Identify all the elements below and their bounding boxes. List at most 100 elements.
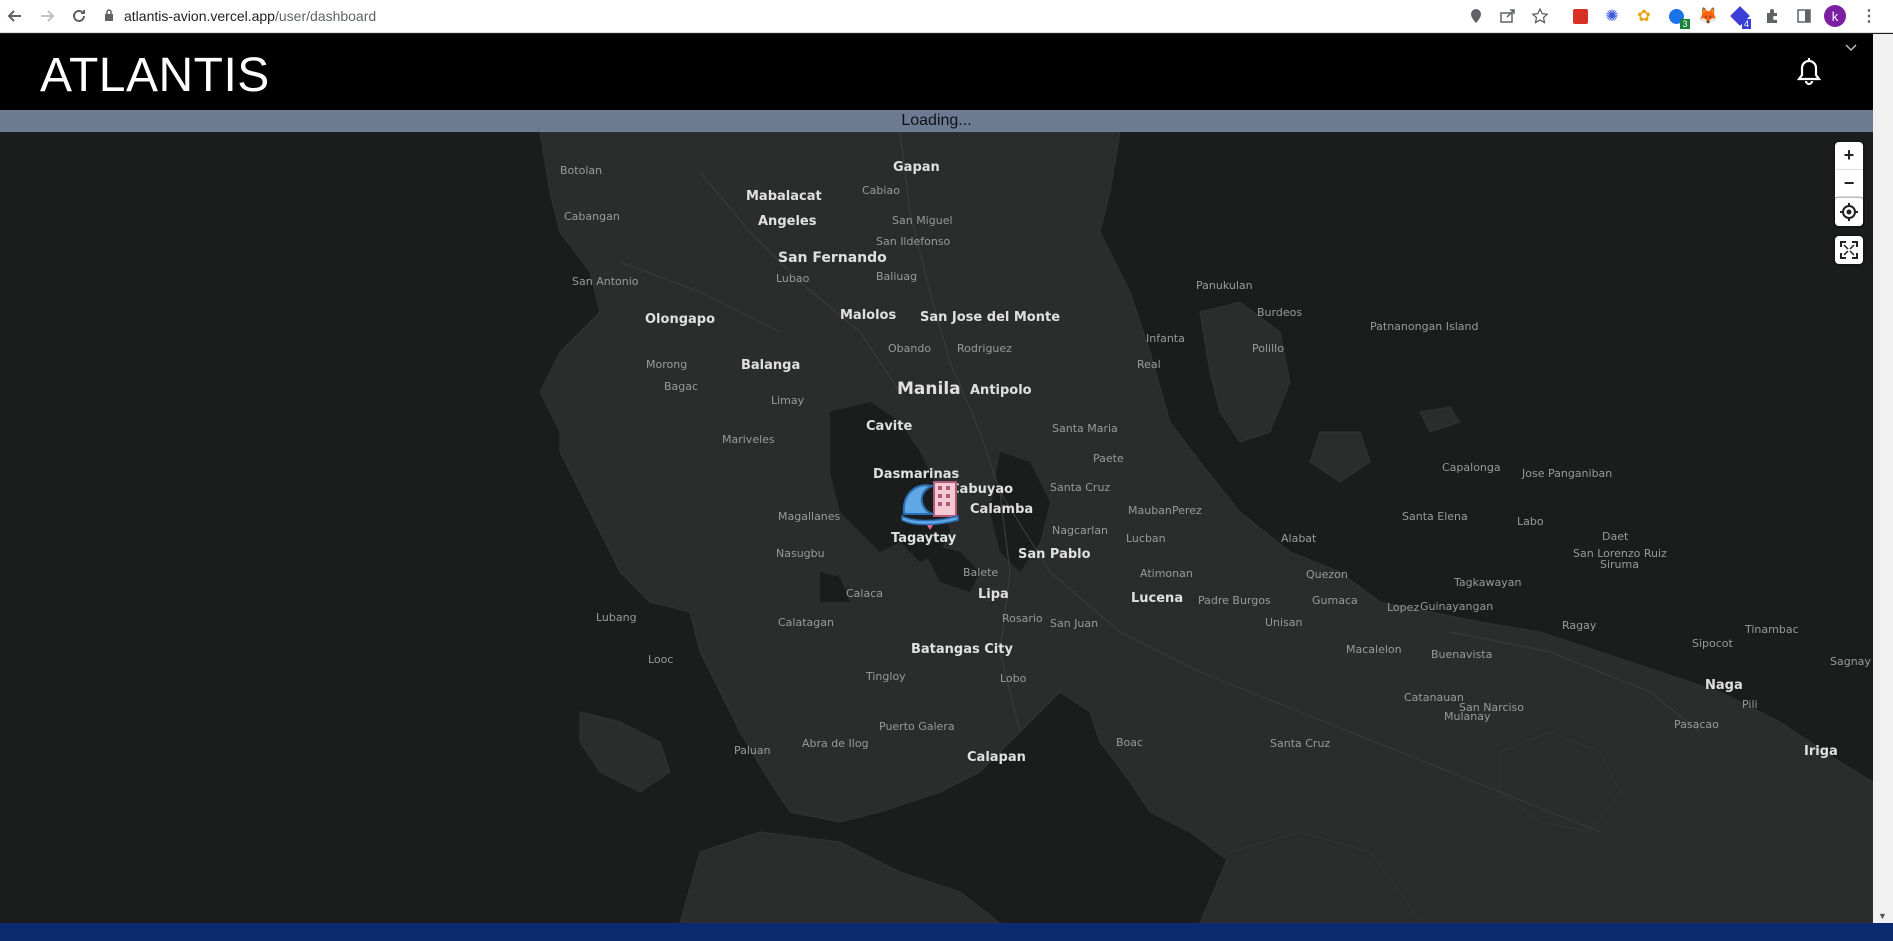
map-label: Calaca <box>846 587 884 600</box>
map-label: Baliuag <box>876 270 918 283</box>
map-label: Santa Maria <box>1052 422 1118 435</box>
extension-globe-icon[interactable]: 3 <box>1665 5 1690 29</box>
map-label: Lobo <box>1000 672 1027 685</box>
menu-kebab-icon[interactable]: ⋮ <box>1858 5 1880 27</box>
map-label: San Pablo <box>1018 547 1091 562</box>
os-taskbar <box>0 923 1893 941</box>
side-panel-icon[interactable] <box>1793 5 1815 27</box>
map-label: Gabaldon <box>1030 132 1083 135</box>
map-label: Puerto Galera <box>879 720 955 733</box>
map-label: Lucban <box>1126 532 1166 545</box>
map-label: Lucena <box>1131 591 1184 606</box>
map-label: Botolan <box>560 164 603 177</box>
map-label: Cabiao <box>862 184 900 197</box>
map-label: Mulanay <box>1444 710 1491 723</box>
map-label: Lubang <box>596 611 637 624</box>
back-icon[interactable] <box>0 1 30 31</box>
badge: 3 <box>1680 18 1690 29</box>
geolocate-icon[interactable] <box>1835 198 1863 226</box>
profile-avatar[interactable]: k <box>1824 5 1846 27</box>
map-label: Siruma <box>1600 558 1639 571</box>
map-label: Daet <box>1602 530 1629 543</box>
map-label: San Fernando <box>778 250 887 266</box>
metamask-fox-icon[interactable]: 🦊 <box>1697 5 1719 27</box>
browser-toolbar: atlantis-avion.vercel.app/user/dashboard… <box>0 0 1893 33</box>
map-label: Lopez <box>1387 601 1420 614</box>
map-label: Manila <box>897 379 961 399</box>
map-label: Calatagan <box>778 616 834 629</box>
loading-status-bar: Loading... <box>0 110 1873 132</box>
map-label: Morong <box>646 358 688 371</box>
map-label: Santa Elena <box>1402 510 1468 523</box>
map-label: Cabangan <box>564 210 620 223</box>
forward-icon[interactable] <box>32 1 62 31</box>
map-label: San Jose del Monte <box>920 310 1061 325</box>
app-title: ATLANTIS <box>40 49 270 102</box>
map-label: Nagcarlan <box>1052 524 1109 537</box>
map-label: Nasugbu <box>776 547 825 560</box>
map-label: Burdeos <box>1257 306 1303 319</box>
map-label: Ragay <box>1562 619 1597 632</box>
map-label: Santa Cruz <box>1050 481 1111 494</box>
map-label: Infanta <box>1146 332 1185 345</box>
tsunami-building-marker-icon[interactable] <box>898 464 962 534</box>
reload-icon[interactable] <box>64 1 94 31</box>
extensions-puzzle-icon[interactable] <box>1761 5 1783 27</box>
map-label: Pili <box>1742 698 1758 711</box>
map-label: Guinayangan <box>1420 600 1494 613</box>
map-label: Atimonan <box>1140 567 1193 580</box>
map-label: Tingloy <box>866 670 906 683</box>
url-path: /user/dashboard <box>274 8 377 24</box>
map-label: Quezon <box>1306 568 1348 581</box>
extension-cube-icon[interactable]: 4 <box>1729 5 1751 29</box>
map-label: Catanauan <box>1404 691 1464 704</box>
map-label: Real <box>1137 358 1161 371</box>
map-label: Paete <box>1093 452 1124 465</box>
map-label: Polillo <box>1252 342 1284 355</box>
map-label: San Juan <box>1050 617 1099 630</box>
address-bar[interactable]: atlantis-avion.vercel.app/user/dashboard <box>104 4 376 28</box>
map-label: Balanga <box>741 358 801 373</box>
map-label: Calamba <box>970 502 1034 517</box>
map-label: Tinambac <box>1745 623 1799 636</box>
extension-snowflake-icon[interactable]: ✺ <box>1601 5 1623 27</box>
zoom-in-button[interactable]: + <box>1835 142 1863 170</box>
extension-orange-icon[interactable]: ✿ <box>1633 5 1655 27</box>
map-label: Capalonga <box>1442 461 1501 474</box>
share-icon[interactable] <box>1497 5 1519 27</box>
map-label: Calapan <box>967 750 1026 765</box>
location-icon[interactable] <box>1465 5 1487 27</box>
extension-red-icon[interactable] <box>1569 5 1591 27</box>
map-label: Gumaca <box>1312 594 1358 607</box>
lock-icon <box>104 8 114 24</box>
map-label: Unisan <box>1265 616 1303 629</box>
page-scrollbar[interactable]: ▼ <box>1873 34 1893 923</box>
map-label: Macalelon <box>1346 643 1402 656</box>
map-label: Boac <box>1116 736 1144 749</box>
map-label: Paluan <box>734 744 771 757</box>
map-label: Sagnay <box>1830 655 1871 668</box>
scroll-down-icon[interactable]: ▼ <box>1878 911 1887 921</box>
map-label: Olongapo <box>645 312 716 327</box>
map-label: Perez <box>1172 504 1202 517</box>
map-label: Malolos <box>840 308 897 323</box>
app-header: ATLANTIS <box>0 34 1873 110</box>
star-icon[interactable] <box>1529 5 1551 27</box>
map-label: Rosario <box>1002 612 1043 625</box>
bell-icon[interactable] <box>1796 58 1822 86</box>
map-label: San Antonio <box>572 275 639 288</box>
chevron-down-icon[interactable] <box>1844 40 1858 58</box>
badge: 4 <box>1741 19 1751 29</box>
map-label: Pasacao <box>1674 718 1719 731</box>
map-label: San Ildefonso <box>876 235 951 248</box>
map-label: Mariveles <box>722 433 775 446</box>
map-canvas[interactable]: Gabaldon Gapan Botolan Cabiao Mabalacat Caban… <box>0 132 1873 923</box>
url-host: atlantis-avion.vercel.app <box>124 8 275 24</box>
map-label: Naga <box>1705 678 1743 693</box>
map-label: Buenavista <box>1431 648 1493 661</box>
map-label: Bagac <box>664 380 699 393</box>
fullscreen-icon[interactable] <box>1835 236 1863 264</box>
geolocate-control <box>1835 198 1863 226</box>
map-label: Panukulan <box>1196 279 1253 292</box>
zoom-out-button[interactable]: − <box>1835 170 1863 198</box>
